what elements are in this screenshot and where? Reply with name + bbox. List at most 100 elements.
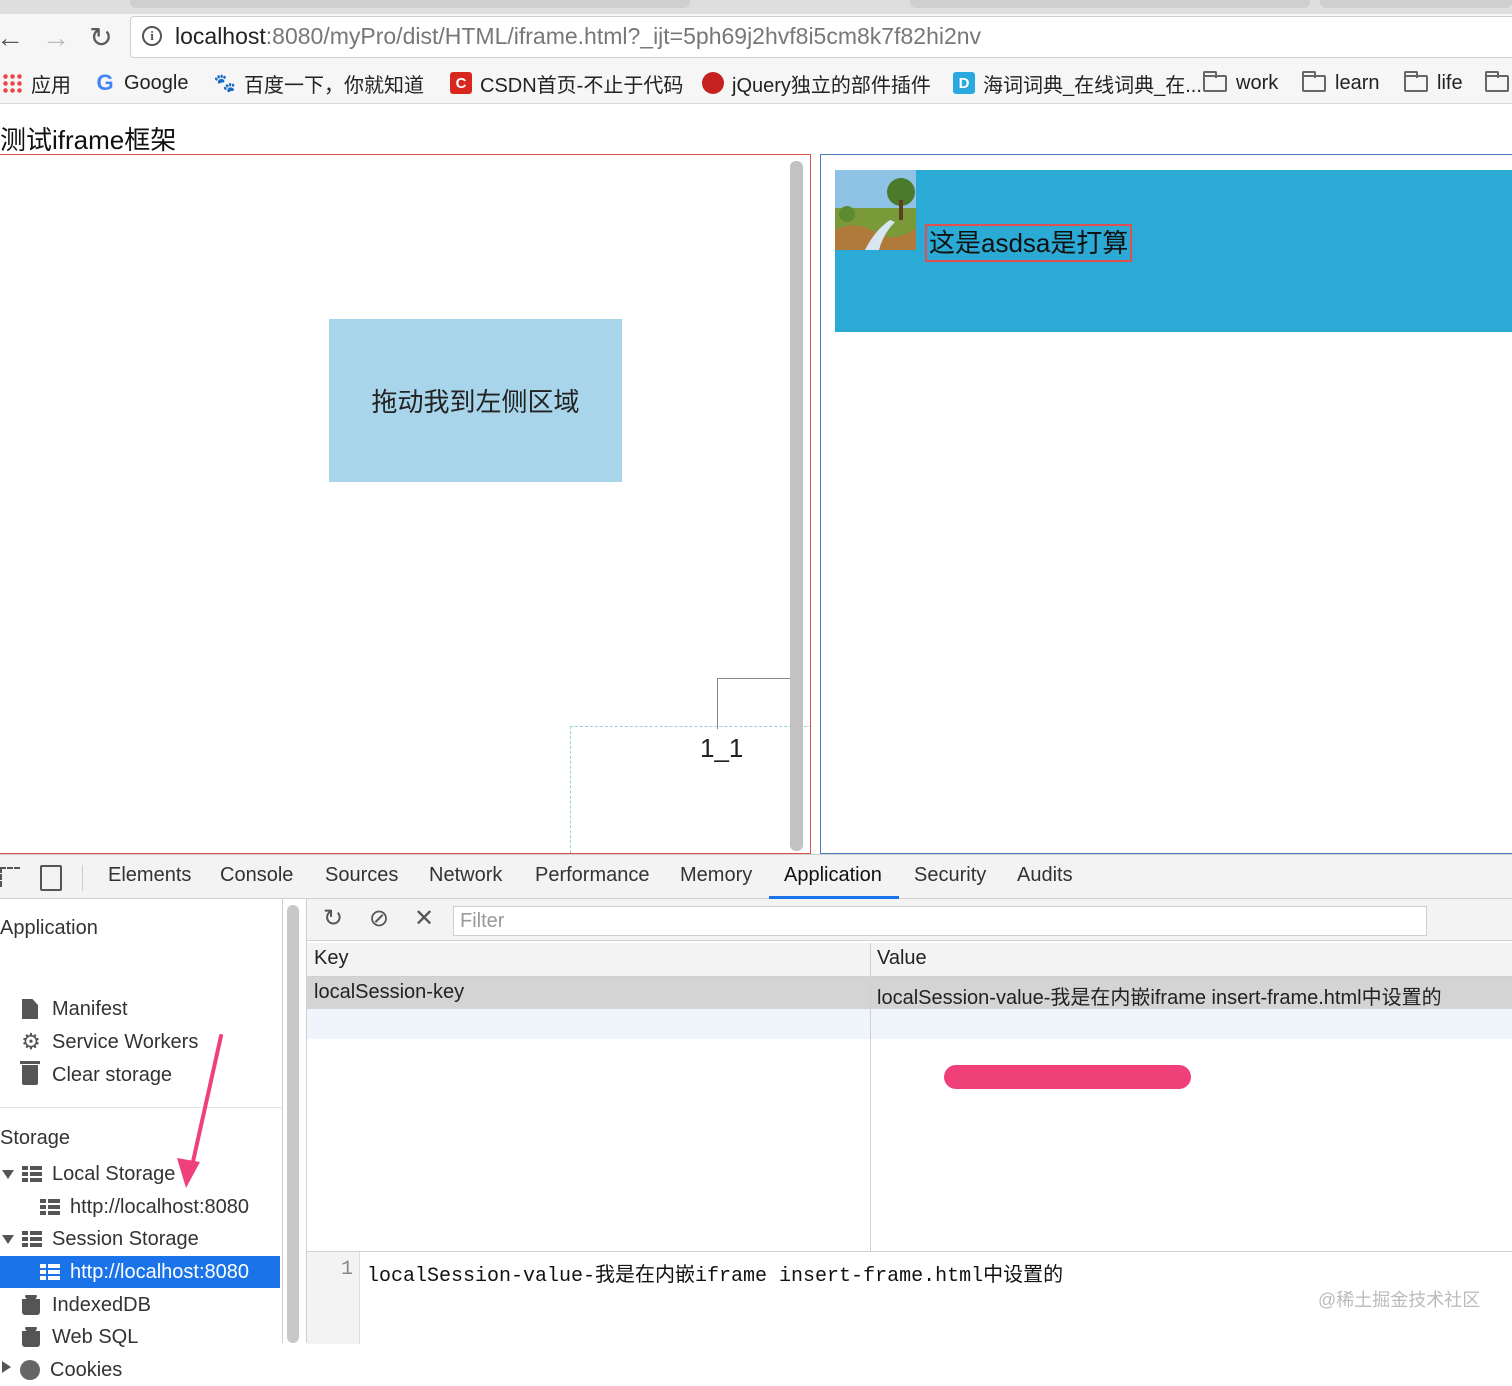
info-icon[interactable]: i xyxy=(142,26,162,46)
trash-icon xyxy=(20,1061,40,1085)
bookmarks-bar: 应用 G Google 🐾 百度一下，你就知道 C CSDN首页-不止于代码 j… xyxy=(0,62,1512,104)
sidebar-item-label: Cookies xyxy=(50,1358,123,1381)
sidebar-item-manifest[interactable]: Manifest xyxy=(22,993,128,1025)
bookmark-label: Google xyxy=(124,71,189,94)
url-text[interactable]: localhost:8080/myPro/dist/HTML/iframe.ht… xyxy=(175,23,981,50)
bookmark-label: 应用 xyxy=(31,74,71,97)
item-label: 1_1 xyxy=(700,733,744,763)
watermark: @稀土掘金技术社区 xyxy=(1318,1290,1481,1310)
tab-security[interactable]: Security xyxy=(914,864,986,887)
expand-triangle-icon[interactable] xyxy=(2,1170,14,1179)
forward-icon[interactable]: → xyxy=(38,20,74,56)
tab-console[interactable]: Console xyxy=(220,864,293,887)
tab-performance[interactable]: Performance xyxy=(535,864,650,887)
bookmark-label: jQuery独立的部件插件 xyxy=(732,74,931,97)
sidebar-item-local-storage[interactable]: Local Storage xyxy=(22,1158,175,1190)
bookmark-apps[interactable]: 应用 xyxy=(2,68,71,98)
sidebar-item-session-origin[interactable]: http://localhost:8080 xyxy=(0,1256,280,1288)
highlight-annotation xyxy=(944,1065,1191,1089)
application-sidebar: Application Manifest ⚙ Service Workers C… xyxy=(0,899,283,1381)
sidebar-item-web-sql[interactable]: Web SQL xyxy=(22,1321,138,1353)
browser-tab[interactable] xyxy=(910,0,1310,8)
bookmark-google[interactable]: G Google xyxy=(94,68,189,98)
sidebar-item-clear-storage[interactable]: Clear storage xyxy=(20,1059,173,1091)
tab-sources[interactable]: Sources xyxy=(325,864,398,887)
refresh-icon[interactable]: ↻ xyxy=(319,905,347,933)
sidebar-scrollbar[interactable] xyxy=(287,905,299,1343)
bookmark-label: work xyxy=(1236,71,1279,94)
browser-tab[interactable] xyxy=(1320,0,1512,8)
sidebar-item-session-storage[interactable]: Session Storage xyxy=(22,1223,199,1255)
bookmark-folder-overflow[interactable] xyxy=(1485,68,1512,98)
column-header-value[interactable]: Value xyxy=(877,947,927,970)
storage-toolbar: ↻ ⊘ ✕ xyxy=(307,899,1512,941)
tab-memory[interactable]: Memory xyxy=(680,864,752,887)
filter-input[interactable] xyxy=(453,906,1427,936)
iframe-scrollbar[interactable] xyxy=(790,161,803,851)
browser-tab[interactable] xyxy=(130,0,690,8)
table-grid-icon xyxy=(40,1198,60,1216)
sidebar-item-cookies[interactable]: Cookies xyxy=(20,1354,122,1386)
file-icon xyxy=(22,999,38,1019)
sidebar-item-label: Manifest xyxy=(52,997,128,1020)
bookmark-label: 百度一下，你就知道 xyxy=(244,74,424,97)
gear-icon: ⚙ xyxy=(21,1029,41,1054)
table-grid-icon xyxy=(40,1263,60,1281)
tab-application[interactable]: Application xyxy=(784,864,882,887)
folder-icon xyxy=(1404,70,1428,92)
collapse-triangle-icon[interactable] xyxy=(2,1361,11,1373)
tab-audits[interactable]: Audits xyxy=(1017,864,1073,887)
table-row[interactable]: localSession-key localSession-value-我是在内… xyxy=(307,977,1512,1009)
sidebar-item-service-workers[interactable]: ⚙ Service Workers xyxy=(20,1026,198,1058)
back-icon[interactable]: ← xyxy=(0,20,28,56)
cookie-icon xyxy=(20,1360,40,1380)
table-row-empty[interactable] xyxy=(307,1009,1512,1039)
apps-grid-icon xyxy=(2,72,23,94)
baidu-paw-icon: 🐾 xyxy=(213,72,237,93)
bookmark-label: learn xyxy=(1335,71,1380,94)
banner: 这是asdsa是打算 xyxy=(835,170,1512,332)
folder-icon xyxy=(1302,70,1326,92)
expand-triangle-icon[interactable] xyxy=(2,1235,14,1244)
dashed-drop-area[interactable] xyxy=(570,726,810,853)
storage-table: Key Value localSession-key localSession-… xyxy=(307,943,1512,1253)
sidebar-item-local-origin[interactable]: http://localhost:8080 xyxy=(40,1191,249,1223)
banner-text: 这是asdsa是打算 xyxy=(925,224,1133,262)
right-iframe: 这是asdsa是打算 xyxy=(820,154,1512,854)
sidebar-item-label: Web SQL xyxy=(52,1325,139,1348)
cell-key[interactable]: localSession-key xyxy=(314,981,464,1004)
device-toolbar-icon[interactable] xyxy=(40,865,62,891)
cell-value[interactable]: localSession-value-我是在内嵌iframe insert-fr… xyxy=(877,981,1442,1010)
tab-network[interactable]: Network xyxy=(429,864,502,887)
bookmark-folder-work[interactable]: work xyxy=(1203,68,1278,98)
bookmark-folder-life[interactable]: life xyxy=(1404,68,1463,98)
sidebar-item-label: Clear storage xyxy=(52,1063,173,1086)
address-bar[interactable]: i localhost:8080/myPro/dist/HTML/iframe.… xyxy=(130,16,1512,58)
bookmark-label: 海词词典_在线词典_在... xyxy=(983,74,1202,97)
table-header: Key Value xyxy=(307,943,1512,977)
delete-selected-icon[interactable]: ✕ xyxy=(410,905,438,933)
sidebar-item-indexeddb[interactable]: IndexedDB xyxy=(22,1289,151,1321)
clear-all-icon[interactable]: ⊘ xyxy=(365,905,393,933)
section-header-storage: Storage xyxy=(0,1127,71,1149)
bookmark-baidu[interactable]: 🐾 百度一下，你就知道 xyxy=(214,68,424,98)
bookmark-dict[interactable]: D 海词词典_在线词典_在... xyxy=(953,68,1202,98)
folder-icon xyxy=(1485,70,1509,92)
preview-text: localSession-value-我是在内嵌iframe insert-fr… xyxy=(367,1265,1064,1288)
bookmark-folder-learn[interactable]: learn xyxy=(1302,68,1379,98)
column-header-key[interactable]: Key xyxy=(314,947,348,970)
dict-icon: D xyxy=(953,72,975,94)
page-title: 测试iframe框架 xyxy=(0,125,177,155)
inspect-element-icon[interactable] xyxy=(0,867,20,887)
drop-target-box xyxy=(717,678,798,729)
sidebar-item-label: Service Workers xyxy=(52,1030,199,1053)
bookmark-csdn[interactable]: C CSDN首页-不止于代码 xyxy=(450,68,683,98)
tab-elements[interactable]: Elements xyxy=(108,864,191,887)
bookmark-jquery[interactable]: jQuery独立的部件插件 xyxy=(702,68,931,98)
drag-box[interactable]: 拖动我到左侧区域 xyxy=(329,319,622,482)
reload-icon[interactable]: ↻ xyxy=(83,20,119,56)
tab-strip xyxy=(0,0,1512,14)
url-path: :8080/myPro/dist/HTML/iframe.html?_ijt=5… xyxy=(265,23,982,49)
url-host: localhost xyxy=(175,23,266,49)
column-divider[interactable] xyxy=(870,943,871,1253)
